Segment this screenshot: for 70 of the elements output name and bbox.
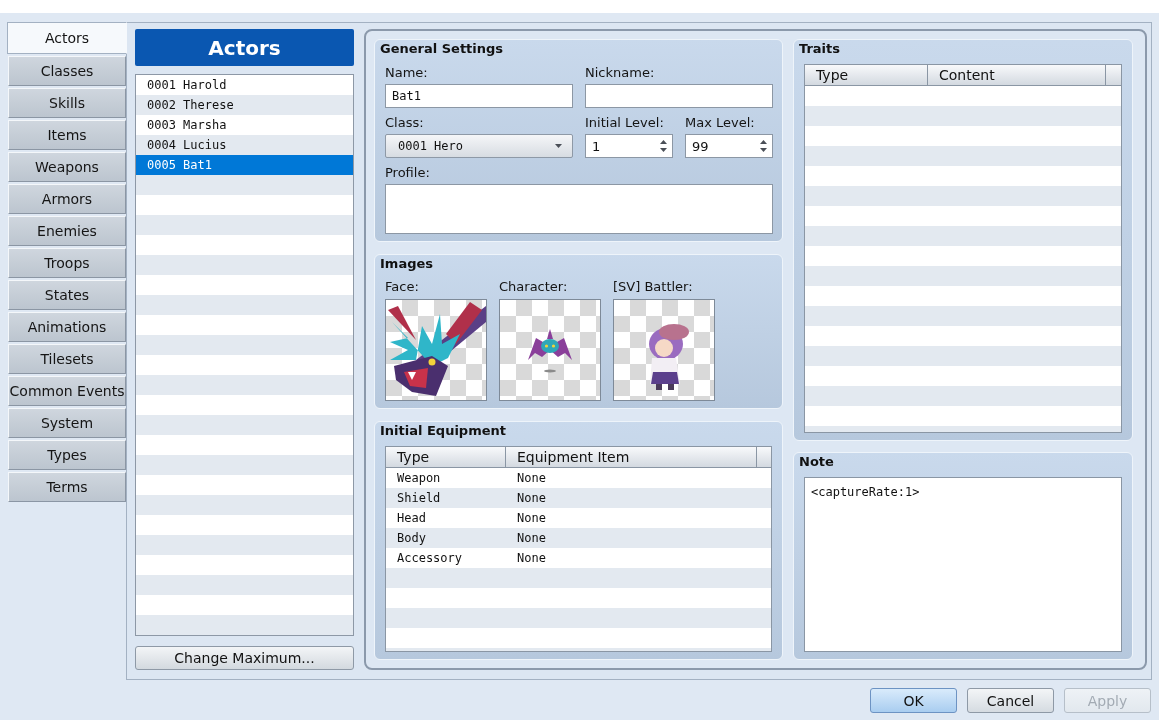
list-title: Actors	[135, 29, 354, 66]
number-spinner[interactable]: 99	[685, 134, 773, 158]
list-item[interactable]: 0004 Lucius	[136, 135, 353, 155]
table-cell-text: None	[516, 510, 547, 527]
group-title: Images	[380, 255, 433, 273]
table-cell-text: Head	[396, 510, 427, 527]
dialog-button[interactable]: OK	[870, 688, 957, 713]
column-header: Content	[928, 65, 1106, 85]
field-label: Initial Level:	[585, 114, 664, 132]
column-header: Equipment Item	[506, 447, 757, 467]
traits-table[interactable]: Type Content	[804, 64, 1122, 433]
sidebar-tab[interactable]: Terms	[8, 472, 126, 502]
table-cell-text: None	[516, 530, 547, 547]
column-header: Type	[805, 65, 928, 85]
caret-down-icon[interactable]	[555, 144, 562, 148]
caret-up-icon[interactable]	[660, 140, 667, 144]
actor-list[interactable]: 0001 Harold 0002 Therese 0003 Marsha 0004 Lucius 0005 Bat1	[135, 74, 354, 636]
list-item[interactable]: 0003 Marsha	[136, 115, 353, 135]
sidebar-tab[interactable]: Classes	[8, 56, 126, 86]
sidebar-tab[interactable]: Animations	[8, 312, 126, 342]
table-cell-text: Shield	[396, 490, 442, 507]
note-field[interactable]: <captureRate:1>	[804, 477, 1122, 652]
sidebar-tab[interactable]: Types	[8, 440, 126, 470]
change-maximum-button[interactable]: Change Maximum...	[135, 646, 354, 670]
group-title: Initial Equipment	[380, 422, 506, 440]
table-cell-text: Weapon	[396, 470, 442, 487]
table-cell-text: None	[516, 490, 547, 507]
caret-up-icon[interactable]	[760, 140, 767, 144]
column-header: Type	[386, 447, 506, 467]
caret-down-icon[interactable]	[660, 148, 667, 152]
group-title: General Settings	[380, 40, 504, 58]
text-area[interactable]	[385, 184, 773, 234]
list-item[interactable]: 0005 Bat1	[136, 155, 353, 175]
equipment-table[interactable]: Type Equipment Item Weapon None Shield None Head None Body None Accessory None	[385, 446, 772, 652]
field-label: Name:	[385, 64, 428, 82]
table-cell-text: None	[516, 550, 547, 567]
field-label: Profile:	[385, 164, 430, 182]
number-spinner[interactable]: 1	[585, 134, 673, 158]
list-item[interactable]: 0002 Therese	[136, 95, 353, 115]
bat-sprite-drawing[interactable]	[499, 299, 601, 401]
group-title: Note	[799, 453, 834, 471]
text-field[interactable]: Bat1	[385, 84, 573, 108]
field-label: Character:	[499, 278, 568, 296]
field-label: Max Level:	[685, 114, 755, 132]
table-cell-text: Accessory	[396, 550, 464, 567]
field-label: Nickname:	[585, 64, 655, 82]
sidebar-tab[interactable]: Common Events	[8, 376, 126, 406]
sidebar-tab[interactable]: System	[8, 408, 126, 438]
sidebar-tab[interactable]: Tilesets	[8, 344, 126, 374]
group-title: Traits	[799, 40, 841, 58]
sidebar-tab[interactable]: Armors	[8, 184, 126, 214]
text-field[interactable]	[585, 84, 773, 108]
sidebar-tab[interactable]: States	[8, 280, 126, 310]
field-label: Face:	[385, 278, 419, 296]
caret-down-icon[interactable]	[760, 148, 767, 152]
sidebar-tab[interactable]: Items	[8, 120, 126, 150]
table-cell-text: Body	[396, 530, 427, 547]
sidebar-tab[interactable]: Troops	[8, 248, 126, 278]
sidebar-tab[interactable]: Enemies	[8, 216, 126, 246]
sidebar-tab[interactable]: Actors	[7, 22, 127, 54]
list-item[interactable]: 0001 Harold	[136, 75, 353, 95]
dropdown[interactable]: 0001 Hero	[385, 134, 573, 158]
field-label: [SV] Battler:	[613, 278, 693, 296]
sidebar-tab[interactable]: Skills	[8, 88, 126, 118]
field-label: Class:	[385, 114, 424, 132]
table-cell-text: None	[516, 470, 547, 487]
sidebar-tab[interactable]: Weapons	[8, 152, 126, 182]
dragon-portrait-drawing[interactable]	[385, 299, 487, 401]
dialog-button[interactable]: Cancel	[967, 688, 1054, 713]
chibi-figure-drawing[interactable]	[613, 299, 715, 401]
